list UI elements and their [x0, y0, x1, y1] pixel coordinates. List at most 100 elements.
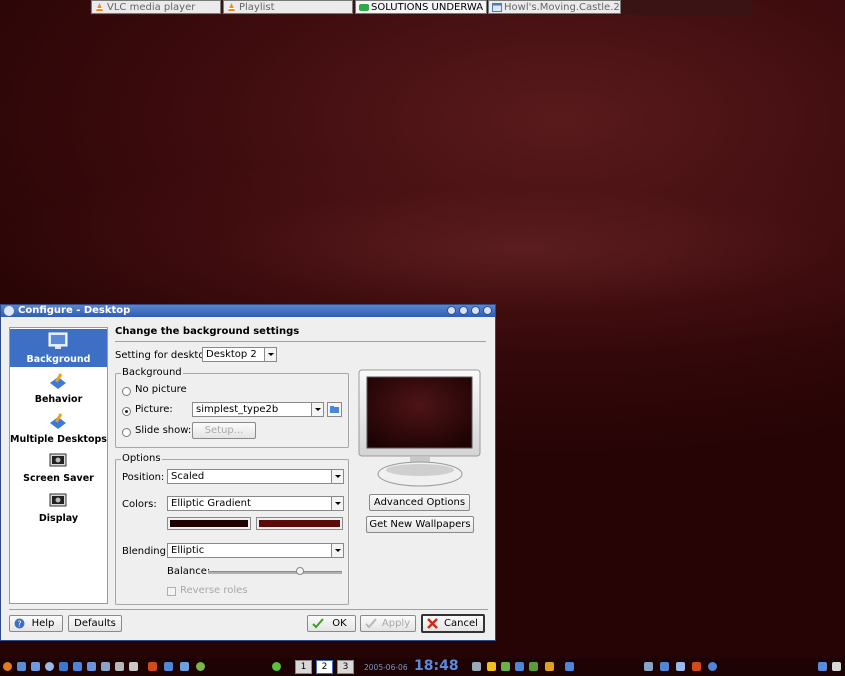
- header-divider: [115, 341, 486, 342]
- sidebar-item-background[interactable]: Background: [10, 329, 107, 367]
- get-new-wallpapers-button[interactable]: Get New Wallpapers: [366, 516, 474, 533]
- blending-label: Blending:: [122, 546, 170, 557]
- tray-icon-12[interactable]: [708, 662, 717, 671]
- task-solutions-underwater[interactable]: SOLUTIONS UNDERWA: [355, 0, 487, 14]
- task-howls-moving-castle[interactable]: Howl's.Moving.Castle.200: [488, 0, 621, 14]
- browse-picture-button[interactable]: [327, 402, 342, 417]
- background-group: Background No picture Picture: simplest_…: [115, 367, 349, 448]
- show-desktop-icon[interactable]: [818, 662, 827, 671]
- desktop-pager-2[interactable]: 2: [316, 660, 333, 674]
- control-center-icon[interactable]: [87, 662, 96, 671]
- configure-desktop-dialog: Configure - Desktop Background Behavior …: [0, 304, 496, 641]
- apply-button[interactable]: Apply: [360, 615, 416, 632]
- sidebar-item-screen-saver[interactable]: Screen Saver: [10, 452, 107, 488]
- sidebar-item-multiple-desktops[interactable]: Multiple Desktops: [10, 412, 107, 448]
- svg-text:?: ?: [17, 620, 21, 629]
- tray-icon-8[interactable]: [644, 662, 653, 671]
- position-label: Position:: [122, 472, 165, 483]
- help-button[interactable]: ? Help: [9, 615, 63, 632]
- desktop-select[interactable]: Desktop 2: [202, 347, 277, 362]
- desktop-pager-1[interactable]: 1: [295, 660, 312, 674]
- network-icon[interactable]: [164, 662, 173, 671]
- sidebar-item-label: Screen Saver: [23, 473, 94, 484]
- display-icon: [48, 492, 68, 510]
- tray-icon-1[interactable]: [472, 662, 481, 671]
- taskbar: VLC media player Playlist SOLUTIONS UNDE…: [90, 0, 752, 15]
- footer-divider: [9, 609, 488, 610]
- colors-select[interactable]: Elliptic Gradient: [167, 496, 344, 511]
- task-playlist[interactable]: Playlist: [223, 0, 353, 14]
- sidebar-item-label: Behavior: [34, 394, 83, 405]
- setting-for-desktop-label: Setting for desktop:: [115, 350, 215, 361]
- reverse-roles-label[interactable]: Reverse roles: [180, 585, 248, 596]
- close-icon[interactable]: [483, 306, 492, 315]
- page-title: Change the background settings: [115, 326, 300, 337]
- tray-icon-10[interactable]: [676, 662, 685, 671]
- printer-icon[interactable]: [115, 662, 124, 671]
- media-icon[interactable]: [148, 662, 157, 671]
- terminal-icon[interactable]: [59, 662, 68, 671]
- blending-select[interactable]: Elliptic: [167, 543, 344, 558]
- balance-slider[interactable]: [208, 571, 342, 574]
- sidebar-item-display[interactable]: Display: [10, 492, 107, 528]
- browser-window-icon: [492, 3, 502, 12]
- no-picture-label[interactable]: No picture: [135, 384, 187, 395]
- window-list-icon[interactable]: [832, 662, 841, 671]
- tray-icon-4[interactable]: [515, 662, 524, 671]
- task-label: Playlist: [239, 2, 275, 13]
- primary-color-button[interactable]: [167, 517, 251, 530]
- tray-icon-3[interactable]: [501, 662, 510, 671]
- context-help-icon[interactable]: [447, 306, 456, 315]
- tray-icon-2[interactable]: [487, 662, 496, 671]
- editor-icon[interactable]: [129, 662, 138, 671]
- ok-button[interactable]: OK: [307, 615, 356, 632]
- display-settings-icon[interactable]: [180, 662, 189, 671]
- email-icon[interactable]: [73, 662, 82, 671]
- kopete-icon[interactable]: [196, 662, 205, 671]
- tray-icon-5[interactable]: [529, 662, 538, 671]
- defaults-button[interactable]: Defaults: [68, 615, 122, 632]
- tray-icon-6[interactable]: [545, 662, 554, 671]
- minimize-icon[interactable]: [459, 306, 468, 315]
- secondary-color-button[interactable]: [256, 517, 343, 530]
- clock-time[interactable]: 18:48: [414, 658, 459, 674]
- task-label: VLC media player: [107, 2, 196, 13]
- setup-button[interactable]: Setup...: [192, 422, 256, 439]
- reverse-roles-checkbox[interactable]: [167, 587, 176, 596]
- sidebar-item-behavior[interactable]: Behavior: [10, 372, 107, 408]
- task-label: Howl's.Moving.Castle.200: [504, 2, 621, 13]
- cancel-button[interactable]: Cancel: [421, 614, 485, 633]
- background-icon: [48, 332, 68, 350]
- picture-radio[interactable]: [122, 407, 131, 416]
- vlc-cone-icon: [95, 3, 104, 12]
- checkmark-icon: [312, 618, 324, 629]
- chat-icon: [359, 3, 369, 12]
- kde-menu-icon[interactable]: [17, 662, 26, 671]
- kde-panel: 1 2 3 2005-06-06 18:48: [0, 658, 845, 676]
- home-icon[interactable]: [45, 662, 54, 671]
- position-select[interactable]: Scaled: [167, 469, 344, 484]
- konsole-icon[interactable]: [31, 662, 40, 671]
- no-picture-radio[interactable]: [122, 387, 131, 396]
- firefox-icon[interactable]: [3, 662, 12, 671]
- desktop-select-value: Desktop 2: [206, 349, 257, 360]
- desktop-pager-3[interactable]: 3: [337, 660, 354, 674]
- help-icon: ?: [14, 618, 25, 629]
- find-icon[interactable]: [101, 662, 110, 671]
- slide-show-radio[interactable]: [122, 428, 131, 437]
- window-menu-icon[interactable]: [4, 306, 14, 316]
- status-icon[interactable]: [272, 662, 281, 671]
- tray-icon-11[interactable]: [692, 662, 701, 671]
- advanced-options-button[interactable]: Advanced Options: [369, 494, 470, 511]
- picture-select[interactable]: simplest_type2b: [192, 402, 324, 417]
- window-titlebar[interactable]: Configure - Desktop: [1, 305, 495, 317]
- slide-show-label[interactable]: Slide show:: [135, 425, 191, 436]
- background-group-title: Background: [121, 367, 183, 378]
- picture-label[interactable]: Picture:: [135, 404, 173, 415]
- tray-icon-9[interactable]: [660, 662, 669, 671]
- task-vlc-media-player[interactable]: VLC media player: [91, 0, 221, 14]
- sidebar-item-label: Display: [38, 513, 79, 524]
- tray-icon-7[interactable]: [565, 662, 574, 671]
- window-title: Configure - Desktop: [18, 305, 131, 316]
- maximize-icon[interactable]: [471, 306, 480, 315]
